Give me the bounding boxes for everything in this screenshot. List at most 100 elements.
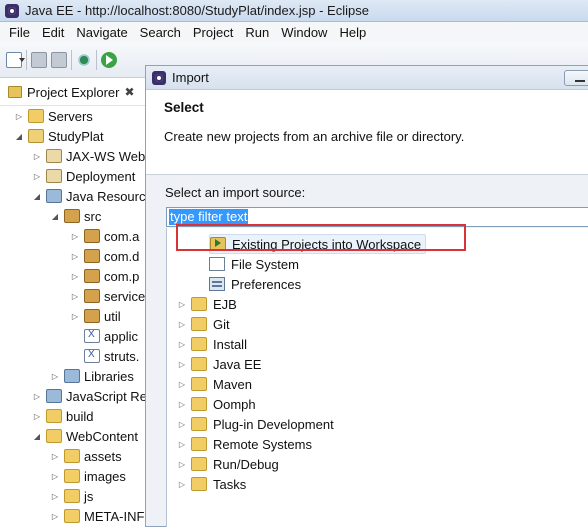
expand-icon[interactable]: ▷ bbox=[177, 299, 187, 309]
list-item-label: Oomph bbox=[213, 396, 256, 412]
tree-item-servers[interactable]: ▷ Servers bbox=[0, 106, 145, 126]
folder-icon bbox=[191, 417, 207, 431]
list-item-run-debug[interactable]: ▷ Run/Debug bbox=[177, 454, 279, 474]
list-item-java-ee[interactable]: ▷ Java EE bbox=[177, 354, 262, 374]
list-item-label: Maven bbox=[213, 376, 253, 392]
expand-icon[interactable]: ▷ bbox=[70, 231, 80, 241]
expand-icon[interactable]: ▷ bbox=[177, 439, 187, 449]
list-item-git[interactable]: ▷ Git bbox=[177, 314, 230, 334]
list-item-plugin-development[interactable]: ▷ Plug-in Development bbox=[177, 414, 334, 434]
expand-icon[interactable]: ▷ bbox=[70, 251, 80, 261]
save-all-icon[interactable] bbox=[51, 51, 67, 68]
tree-item-package[interactable]: ▷ com.a bbox=[0, 226, 145, 246]
deployment-icon bbox=[46, 169, 62, 183]
tree-item-src[interactable]: ◢ src bbox=[0, 206, 145, 226]
tree-item-label: WebContent bbox=[66, 428, 139, 444]
package-icon bbox=[84, 269, 100, 283]
tree-item-studyplat[interactable]: ◢ StudyPlat bbox=[0, 126, 145, 146]
menu-help[interactable]: Help bbox=[333, 25, 372, 40]
expand-icon[interactable]: ▷ bbox=[14, 111, 24, 121]
folder-icon bbox=[64, 509, 80, 523]
run-icon[interactable] bbox=[101, 51, 117, 68]
expand-icon[interactable]: ▷ bbox=[50, 491, 60, 501]
tree-item-webcontent[interactable]: ◢ WebContent bbox=[0, 426, 145, 446]
expand-icon[interactable]: ▷ bbox=[177, 339, 187, 349]
menu-search[interactable]: Search bbox=[134, 25, 187, 40]
menu-window[interactable]: Window bbox=[275, 25, 333, 40]
debug-icon[interactable] bbox=[76, 51, 92, 68]
package-icon bbox=[84, 289, 100, 303]
expand-icon[interactable]: ▷ bbox=[32, 411, 42, 421]
expand-icon[interactable]: ▷ bbox=[70, 271, 80, 281]
tree-item-package[interactable]: ▷ com.p bbox=[0, 266, 145, 286]
menu-file[interactable]: File bbox=[3, 25, 36, 40]
expand-icon[interactable]: ▷ bbox=[32, 171, 42, 181]
tree-item-label: com.a bbox=[104, 228, 140, 244]
tree-item-package[interactable]: ▷ service bbox=[0, 286, 145, 306]
tree-item-folder[interactable]: ▷ images bbox=[0, 466, 145, 486]
tree-item-label: com.p bbox=[104, 268, 140, 284]
tree-item-package[interactable]: ▷ com.d bbox=[0, 246, 145, 266]
expand-icon[interactable]: ▷ bbox=[50, 371, 60, 381]
tree-item-label: Libraries bbox=[84, 368, 134, 384]
expand-icon[interactable]: ▷ bbox=[32, 151, 42, 161]
folder-icon bbox=[64, 469, 80, 483]
expand-icon[interactable]: ▷ bbox=[50, 451, 60, 461]
tree-item-folder[interactable]: ▷ assets bbox=[0, 446, 145, 466]
tree-item-jaxws[interactable]: ▷ JAX-WS Web bbox=[0, 146, 145, 166]
tree-item-label: Java Resourc bbox=[66, 188, 145, 204]
list-item-label: Tasks bbox=[213, 476, 247, 492]
list-item-install[interactable]: ▷ Install bbox=[177, 334, 247, 354]
expand-icon[interactable]: ▷ bbox=[177, 419, 187, 429]
tree-item-build[interactable]: ▷ build bbox=[0, 406, 145, 426]
expand-icon[interactable]: ▷ bbox=[177, 399, 187, 409]
menu-project[interactable]: Project bbox=[187, 25, 239, 40]
list-item-preferences[interactable]: Preferences bbox=[209, 274, 301, 294]
list-item-oomph[interactable]: ▷ Oomph bbox=[177, 394, 256, 414]
tree-item-file[interactable]: struts. bbox=[0, 346, 145, 366]
expand-icon[interactable]: ▷ bbox=[177, 379, 187, 389]
menu-navigate[interactable]: Navigate bbox=[70, 25, 133, 40]
new-icon[interactable] bbox=[6, 51, 25, 68]
expand-icon[interactable]: ▷ bbox=[177, 319, 187, 329]
project-explorer-tab[interactable]: Project Explorer ✖ bbox=[0, 79, 145, 106]
tree-item-file[interactable]: applic bbox=[0, 326, 145, 346]
tree-item-folder[interactable]: ▷ META-INF bbox=[0, 506, 145, 526]
list-item-maven[interactable]: ▷ Maven bbox=[177, 374, 252, 394]
file-system-icon bbox=[209, 257, 225, 271]
project-explorer: Project Explorer ✖ ▷ Servers ◢ StudyPlat ▷… bbox=[0, 79, 146, 527]
expand-icon[interactable]: ▷ bbox=[177, 359, 187, 369]
collapse-icon[interactable]: ◢ bbox=[14, 131, 24, 141]
tree-item-libraries[interactable]: ▷ Libraries bbox=[0, 366, 145, 386]
project-tree: ▷ Servers ◢ StudyPlat ▷ JAX-WS Web ▷ Deploym… bbox=[0, 106, 145, 526]
tree-item-java-resources[interactable]: ◢ Java Resourc bbox=[0, 186, 145, 206]
minimize-button[interactable] bbox=[564, 70, 588, 86]
tree-item-deployment[interactable]: ▷ Deployment bbox=[0, 166, 145, 186]
save-icon[interactable] bbox=[31, 51, 47, 68]
expand-icon[interactable]: ▷ bbox=[70, 311, 80, 321]
list-item-file-system[interactable]: File System bbox=[209, 254, 299, 274]
folder-icon bbox=[64, 449, 80, 463]
tree-item-package[interactable]: ▷ util bbox=[0, 306, 145, 326]
expand-icon[interactable]: ▷ bbox=[177, 479, 187, 489]
expand-icon[interactable]: ▷ bbox=[50, 471, 60, 481]
expand-icon[interactable]: ▷ bbox=[50, 511, 60, 521]
tree-item-javascript-resources[interactable]: ▷ JavaScript Re bbox=[0, 386, 145, 406]
project-icon bbox=[28, 129, 44, 143]
tree-item-folder[interactable]: ▷ js bbox=[0, 486, 145, 506]
menu-edit[interactable]: Edit bbox=[36, 25, 70, 40]
list-item-remote-systems[interactable]: ▷ Remote Systems bbox=[177, 434, 312, 454]
close-icon[interactable]: ✖ bbox=[124, 85, 134, 99]
expand-icon[interactable]: ▷ bbox=[32, 391, 42, 401]
list-item-tasks[interactable]: ▷ Tasks bbox=[177, 474, 246, 494]
dialog-header: Select Create new projects from an archi… bbox=[146, 90, 588, 175]
list-item-ejb[interactable]: ▷ EJB bbox=[177, 294, 237, 314]
collapse-icon[interactable]: ◢ bbox=[50, 211, 60, 221]
menu-run[interactable]: Run bbox=[239, 25, 275, 40]
collapse-icon[interactable]: ◢ bbox=[32, 191, 42, 201]
expand-icon[interactable]: ▷ bbox=[70, 291, 80, 301]
project-explorer-label: Project Explorer bbox=[27, 84, 120, 100]
tree-item-label: com.d bbox=[104, 248, 140, 264]
expand-icon[interactable]: ▷ bbox=[177, 459, 187, 469]
collapse-icon[interactable]: ◢ bbox=[32, 431, 42, 441]
